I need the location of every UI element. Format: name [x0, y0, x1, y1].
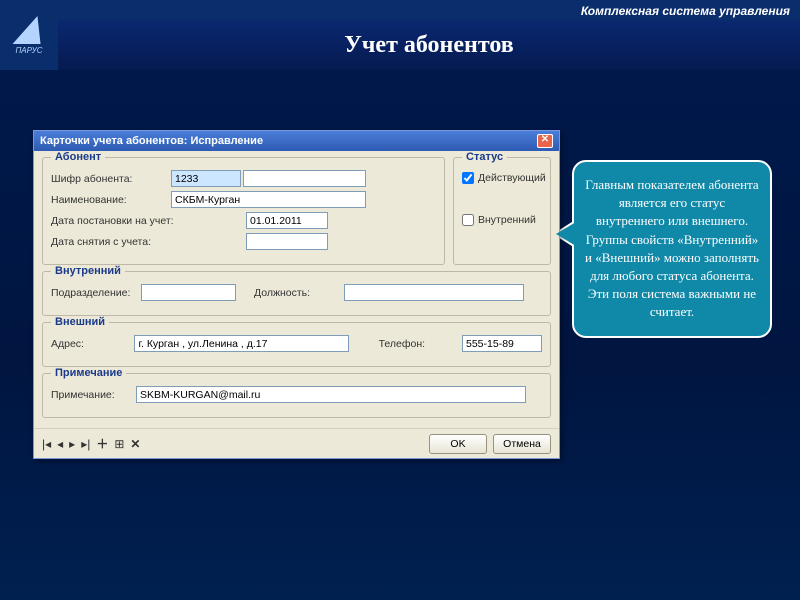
internal-checkbox[interactable]	[462, 214, 474, 226]
logo-text: ПАРУС	[16, 46, 43, 55]
system-name: Комплексная система управления	[581, 4, 790, 18]
internal-legend: Внутренний	[51, 265, 125, 277]
edit-dialog: Карточки учета абонентов: Исправление ✕ …	[33, 130, 560, 459]
dialog-titlebar[interactable]: Карточки учета абонентов: Исправление ✕	[34, 131, 559, 151]
name-input[interactable]	[171, 191, 366, 208]
regdate-input[interactable]	[246, 212, 328, 229]
ok-button[interactable]: OK	[429, 434, 487, 454]
internal-status-label: Внутренний	[478, 214, 536, 226]
pos-label: Должность:	[254, 287, 344, 299]
nav-next-icon[interactable]: ▸	[69, 437, 75, 451]
dept-label: Подразделение:	[51, 287, 141, 299]
tel-label: Телефон:	[379, 338, 462, 350]
dept-input[interactable]	[141, 284, 236, 301]
add-icon[interactable]: ＋	[96, 435, 108, 452]
deregdate-input[interactable]	[246, 233, 328, 250]
nav-last-icon[interactable]: ▸|	[81, 437, 90, 451]
code-input-extra[interactable]	[243, 170, 366, 187]
addr-label: Адрес:	[51, 338, 134, 350]
name-label: Наименование:	[51, 194, 171, 206]
page-title: Учет абонентов	[344, 32, 513, 59]
logo: ПАРУС	[0, 0, 58, 70]
note-label: Примечание:	[51, 389, 136, 401]
note-group: Примечание Примечание:	[42, 373, 551, 418]
deregdate-label: Дата снятия с учета:	[51, 236, 246, 248]
delete-icon[interactable]: ✕	[130, 437, 140, 451]
button-bar: |◂ ◂ ▸ ▸| ＋ ⊞ ✕ OK Отмена	[34, 428, 559, 458]
logo-icon	[13, 16, 46, 44]
pos-input[interactable]	[344, 284, 524, 301]
note-legend: Примечание	[51, 367, 126, 379]
title-bar: Учет абонентов	[58, 20, 800, 70]
dialog-title-text: Карточки учета абонентов: Исправление	[40, 135, 263, 147]
tel-input[interactable]	[462, 335, 542, 352]
addr-input[interactable]	[134, 335, 348, 352]
top-banner: Комплексная система управления	[0, 0, 800, 20]
internal-group: Внутренний Подразделение: Должность:	[42, 271, 551, 316]
info-callout: Главным показателем абонента является ег…	[572, 160, 772, 338]
close-icon[interactable]: ✕	[537, 134, 553, 148]
active-checkbox[interactable]	[462, 172, 474, 184]
nav-first-icon[interactable]: |◂	[42, 437, 51, 451]
active-label: Действующий	[478, 172, 546, 184]
duplicate-icon[interactable]: ⊞	[114, 437, 124, 451]
external-legend: Внешний	[51, 316, 109, 328]
code-label: Шифр абонента:	[51, 173, 171, 185]
external-group: Внешний Адрес: Телефон:	[42, 322, 551, 367]
nav-prev-icon[interactable]: ◂	[57, 437, 63, 451]
status-legend: Статус	[462, 151, 507, 163]
abonent-group: Абонент Шифр абонента: Наименование: Дат…	[42, 157, 445, 265]
note-input[interactable]	[136, 386, 526, 403]
regdate-label: Дата постановки на учет:	[51, 215, 246, 227]
code-input[interactable]	[171, 170, 241, 187]
status-group: Статус Действующий Внутренний	[453, 157, 551, 265]
cancel-button[interactable]: Отмена	[493, 434, 551, 454]
callout-text: Главным показателем абонента является ег…	[585, 177, 759, 319]
abonent-legend: Абонент	[51, 151, 105, 163]
